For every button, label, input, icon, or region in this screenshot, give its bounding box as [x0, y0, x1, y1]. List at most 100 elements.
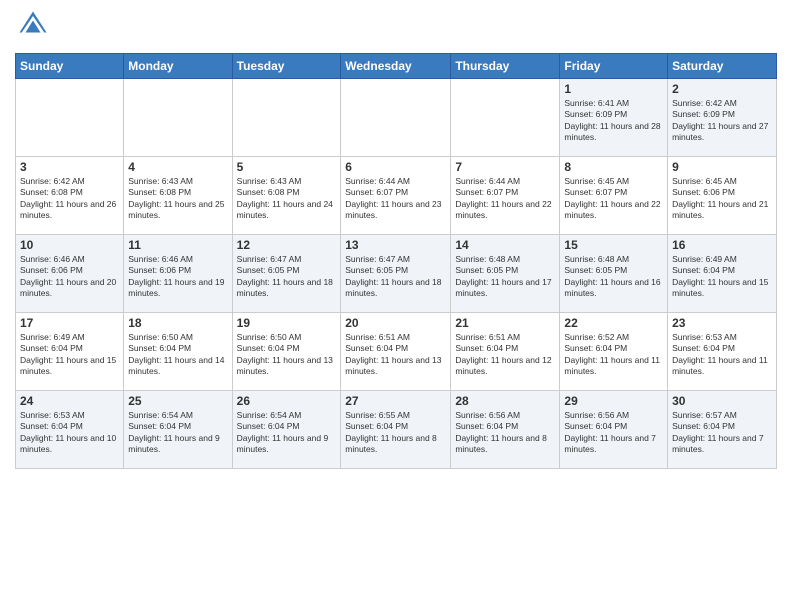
day-info: Sunrise: 6:47 AM Sunset: 6:05 PM Dayligh…: [345, 254, 446, 300]
day-info: Sunrise: 6:56 AM Sunset: 6:04 PM Dayligh…: [455, 410, 555, 456]
day-number: 20: [345, 316, 446, 330]
calendar-cell: 27 Sunrise: 6:55 AM Sunset: 6:04 PM Dayli…: [341, 391, 451, 469]
day-number: 10: [20, 238, 119, 252]
day-info: Sunrise: 6:54 AM Sunset: 6:04 PM Dayligh…: [128, 410, 227, 456]
day-info: Sunrise: 6:44 AM Sunset: 6:07 PM Dayligh…: [345, 176, 446, 222]
calendar-cell: 12 Sunrise: 6:47 AM Sunset: 6:05 PM Dayli…: [232, 235, 341, 313]
day-number: 3: [20, 160, 119, 174]
calendar-cell: 30Sunrise: 6:57 AM Sunset: 6:04 PM Dayli…: [668, 391, 777, 469]
day-number: 15: [564, 238, 663, 252]
day-info: Sunrise: 6:50 AM Sunset: 6:04 PM Dayligh…: [128, 332, 227, 378]
calendar-cell: 22 Sunrise: 6:52 AM Sunset: 6:04 PM Dayli…: [560, 313, 668, 391]
day-header-sunday: Sunday: [16, 54, 124, 79]
day-info: Sunrise: 6:51 AM Sunset: 6:04 PM Dayligh…: [345, 332, 446, 378]
calendar-cell: [232, 79, 341, 157]
calendar-cell: 2 Sunrise: 6:42 AM Sunset: 6:09 PM Daylig…: [668, 79, 777, 157]
calendar-cell: 4Sunrise: 6:43 AM Sunset: 6:08 PM Daylig…: [124, 157, 232, 235]
calendar-cell: [451, 79, 560, 157]
logo: [15, 10, 48, 45]
calendar-cell: 26Sunrise: 6:54 AM Sunset: 6:04 PM Dayli…: [232, 391, 341, 469]
day-info: Sunrise: 6:57 AM Sunset: 6:04 PM Dayligh…: [672, 410, 772, 456]
day-info: Sunrise: 6:45 AM Sunset: 6:07 PM Dayligh…: [564, 176, 663, 222]
calendar-cell: 6 Sunrise: 6:44 AM Sunset: 6:07 PM Daylig…: [341, 157, 451, 235]
day-info: Sunrise: 6:41 AM Sunset: 6:09 PM Dayligh…: [564, 98, 663, 144]
calendar-cell: 14 Sunrise: 6:48 AM Sunset: 6:05 PM Dayli…: [451, 235, 560, 313]
day-number: 19: [237, 316, 337, 330]
week-row-2: 10 Sunrise: 6:46 AM Sunset: 6:06 PM Dayli…: [16, 235, 777, 313]
calendar-cell: 29 Sunrise: 6:56 AM Sunset: 6:04 PM Dayli…: [560, 391, 668, 469]
calendar-cell: 13 Sunrise: 6:47 AM Sunset: 6:05 PM Dayli…: [341, 235, 451, 313]
day-info: Sunrise: 6:55 AM Sunset: 6:04 PM Dayligh…: [345, 410, 446, 456]
header-row: SundayMondayTuesdayWednesdayThursdayFrid…: [16, 54, 777, 79]
day-info: Sunrise: 6:44 AM Sunset: 6:07 PM Dayligh…: [455, 176, 555, 222]
calendar-cell: 24Sunrise: 6:53 AM Sunset: 6:04 PM Dayli…: [16, 391, 124, 469]
day-number: 26: [237, 394, 337, 408]
calendar-cell: 28 Sunrise: 6:56 AM Sunset: 6:04 PM Dayli…: [451, 391, 560, 469]
calendar-body: 1 Sunrise: 6:41 AM Sunset: 6:09 PM Daylig…: [16, 79, 777, 469]
calendar-cell: 21 Sunrise: 6:51 AM Sunset: 6:04 PM Dayli…: [451, 313, 560, 391]
day-number: 24: [20, 394, 119, 408]
day-number: 17: [20, 316, 119, 330]
day-number: 9: [672, 160, 772, 174]
day-info: Sunrise: 6:52 AM Sunset: 6:04 PM Dayligh…: [564, 332, 663, 378]
day-info: Sunrise: 6:42 AM Sunset: 6:08 PM Dayligh…: [20, 176, 119, 222]
day-number: 29: [564, 394, 663, 408]
day-info: Sunrise: 6:51 AM Sunset: 6:04 PM Dayligh…: [455, 332, 555, 378]
day-number: 1: [564, 82, 663, 96]
day-number: 16: [672, 238, 772, 252]
week-row-4: 24Sunrise: 6:53 AM Sunset: 6:04 PM Dayli…: [16, 391, 777, 469]
calendar-cell: 11 Sunrise: 6:46 AM Sunset: 6:06 PM Dayli…: [124, 235, 232, 313]
calendar-cell: 18 Sunrise: 6:50 AM Sunset: 6:04 PM Dayli…: [124, 313, 232, 391]
day-info: Sunrise: 6:49 AM Sunset: 6:04 PM Dayligh…: [672, 254, 772, 300]
day-info: Sunrise: 6:45 AM Sunset: 6:06 PM Dayligh…: [672, 176, 772, 222]
day-header-wednesday: Wednesday: [341, 54, 451, 79]
calendar-cell: 9 Sunrise: 6:45 AM Sunset: 6:06 PM Daylig…: [668, 157, 777, 235]
day-info: Sunrise: 6:42 AM Sunset: 6:09 PM Dayligh…: [672, 98, 772, 144]
calendar-cell: 23 Sunrise: 6:53 AM Sunset: 6:04 PM Dayli…: [668, 313, 777, 391]
day-number: 5: [237, 160, 337, 174]
day-info: Sunrise: 6:43 AM Sunset: 6:08 PM Dayligh…: [128, 176, 227, 222]
calendar-cell: 17Sunrise: 6:49 AM Sunset: 6:04 PM Dayli…: [16, 313, 124, 391]
day-info: Sunrise: 6:50 AM Sunset: 6:04 PM Dayligh…: [237, 332, 337, 378]
day-number: 23: [672, 316, 772, 330]
calendar-cell: 5Sunrise: 6:43 AM Sunset: 6:08 PM Daylig…: [232, 157, 341, 235]
day-number: 7: [455, 160, 555, 174]
day-info: Sunrise: 6:48 AM Sunset: 6:05 PM Dayligh…: [564, 254, 663, 300]
calendar-cell: 8 Sunrise: 6:45 AM Sunset: 6:07 PM Daylig…: [560, 157, 668, 235]
header: [15, 10, 777, 45]
day-header-monday: Monday: [124, 54, 232, 79]
day-number: 25: [128, 394, 227, 408]
day-number: 21: [455, 316, 555, 330]
day-number: 11: [128, 238, 227, 252]
calendar-table: SundayMondayTuesdayWednesdayThursdayFrid…: [15, 53, 777, 469]
calendar-cell: 16 Sunrise: 6:49 AM Sunset: 6:04 PM Dayli…: [668, 235, 777, 313]
calendar-cell: 7 Sunrise: 6:44 AM Sunset: 6:07 PM Daylig…: [451, 157, 560, 235]
calendar-cell: 3 Sunrise: 6:42 AM Sunset: 6:08 PM Daylig…: [16, 157, 124, 235]
page: SundayMondayTuesdayWednesdayThursdayFrid…: [0, 0, 792, 612]
day-number: 12: [237, 238, 337, 252]
calendar-cell: 15 Sunrise: 6:48 AM Sunset: 6:05 PM Dayli…: [560, 235, 668, 313]
day-number: 6: [345, 160, 446, 174]
day-number: 28: [455, 394, 555, 408]
calendar-cell: 20 Sunrise: 6:51 AM Sunset: 6:04 PM Dayli…: [341, 313, 451, 391]
day-info: Sunrise: 6:53 AM Sunset: 6:04 PM Dayligh…: [672, 332, 772, 378]
day-number: 8: [564, 160, 663, 174]
day-info: Sunrise: 6:56 AM Sunset: 6:04 PM Dayligh…: [564, 410, 663, 456]
day-info: Sunrise: 6:47 AM Sunset: 6:05 PM Dayligh…: [237, 254, 337, 300]
day-number: 18: [128, 316, 227, 330]
day-number: 2: [672, 82, 772, 96]
calendar-cell: [124, 79, 232, 157]
calendar-cell: 10 Sunrise: 6:46 AM Sunset: 6:06 PM Dayli…: [16, 235, 124, 313]
day-number: 27: [345, 394, 446, 408]
day-header-thursday: Thursday: [451, 54, 560, 79]
day-info: Sunrise: 6:46 AM Sunset: 6:06 PM Dayligh…: [128, 254, 227, 300]
day-header-tuesday: Tuesday: [232, 54, 341, 79]
day-header-saturday: Saturday: [668, 54, 777, 79]
day-number: 13: [345, 238, 446, 252]
day-number: 22: [564, 316, 663, 330]
day-number: 14: [455, 238, 555, 252]
day-info: Sunrise: 6:48 AM Sunset: 6:05 PM Dayligh…: [455, 254, 555, 300]
calendar-header: SundayMondayTuesdayWednesdayThursdayFrid…: [16, 54, 777, 79]
day-info: Sunrise: 6:46 AM Sunset: 6:06 PM Dayligh…: [20, 254, 119, 300]
logo-icon: [18, 10, 48, 40]
